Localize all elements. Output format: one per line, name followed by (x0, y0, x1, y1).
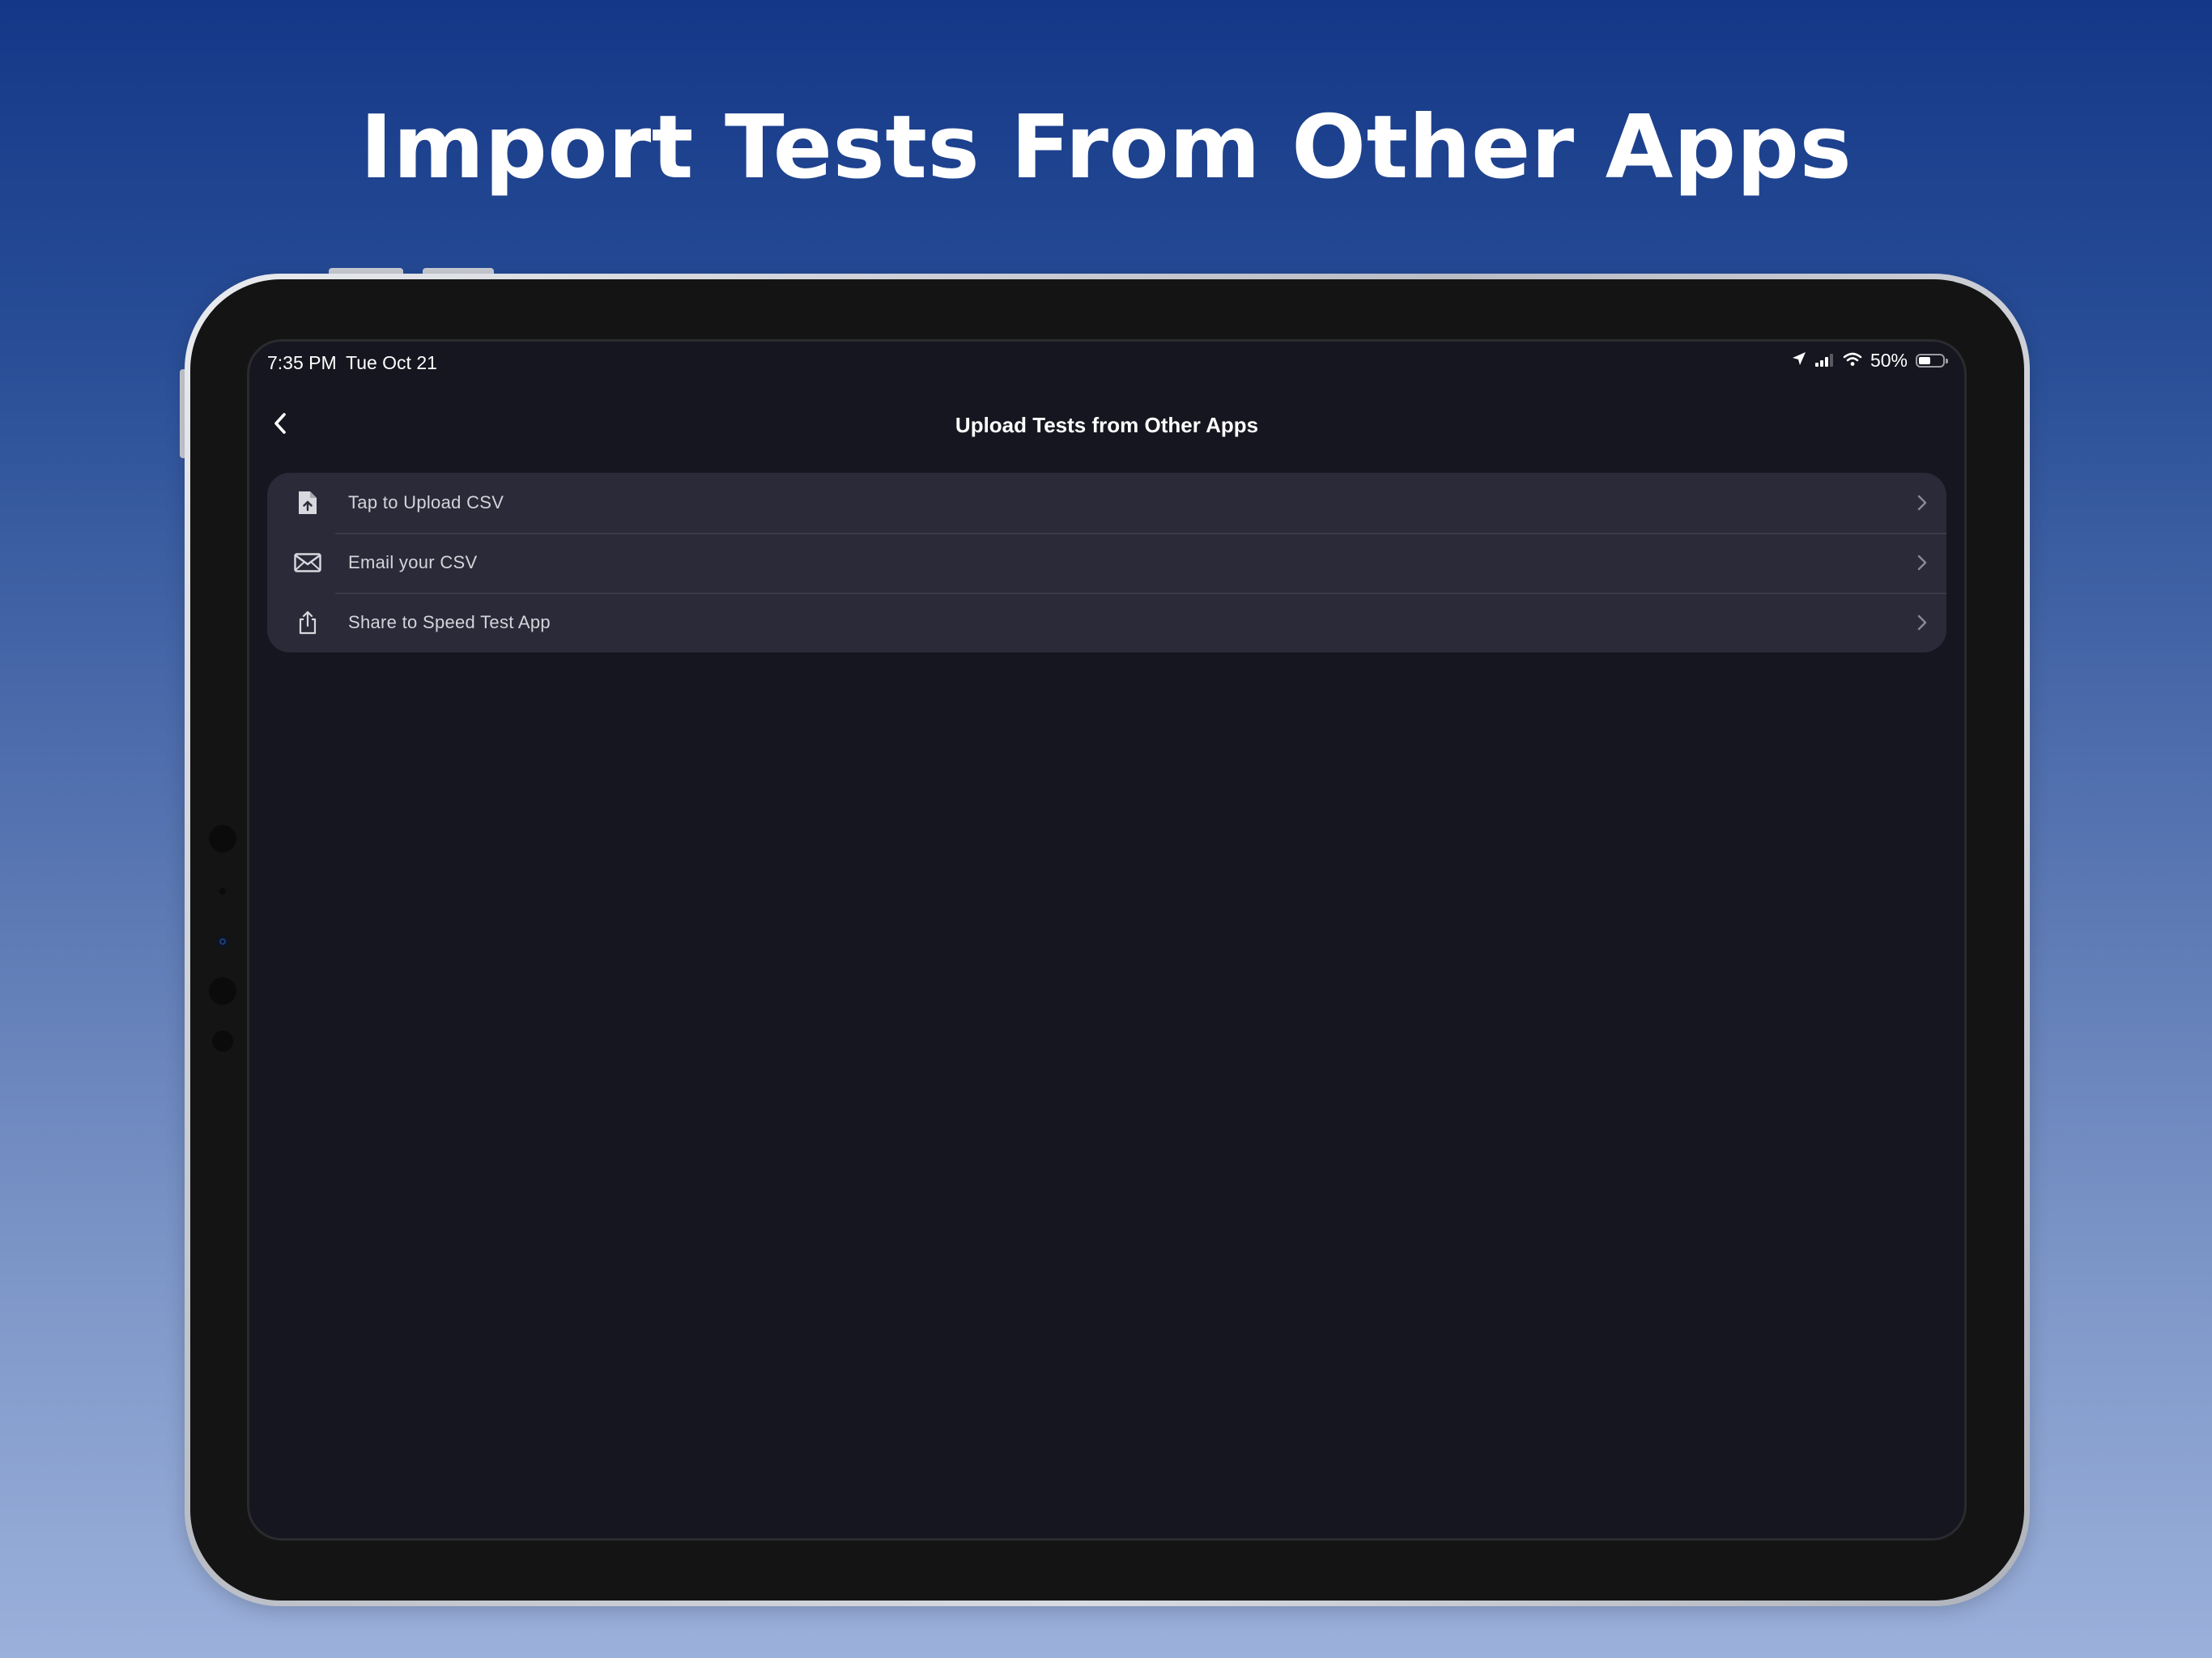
status-date: Tue Oct 21 (346, 352, 437, 373)
battery-percent: 50% (1870, 350, 1908, 371)
envelope-icon (267, 553, 348, 572)
navigation-bar: Upload Tests from Other Apps (249, 400, 1964, 449)
file-upload-icon (267, 490, 348, 516)
wifi-icon (1843, 350, 1862, 372)
app-screen: 7:35 PM Tue Oct 21 50% Upload Tests from… (249, 342, 1964, 1538)
location-arrow-icon (1791, 350, 1807, 372)
battery-level-fill (1919, 357, 1930, 364)
import-options-list: Tap to Upload CSV Email your CSV Share t… (267, 473, 1946, 653)
camera-sensor (209, 825, 236, 852)
email-csv-label: Email your CSV (348, 552, 478, 572)
chevron-right-icon (1898, 554, 1946, 572)
camera-sensor (212, 1031, 233, 1052)
chevron-right-icon (1898, 614, 1946, 631)
status-time: 7:35 PM (267, 352, 337, 373)
page-title: Upload Tests from Other Apps (955, 413, 1259, 437)
status-bar: 7:35 PM Tue Oct 21 50% (249, 342, 1964, 384)
upload-csv-row[interactable]: Tap to Upload CSV (267, 473, 1946, 533)
battery-icon (1916, 354, 1948, 368)
status-indicators: 50% (1791, 350, 1948, 372)
email-csv-row[interactable]: Email your CSV (267, 533, 1946, 593)
upload-csv-label: Tap to Upload CSV (348, 492, 504, 512)
cellular-signal-icon (1814, 350, 1835, 372)
chevron-right-icon (1898, 494, 1946, 512)
share-to-app-label: Share to Speed Test App (348, 612, 551, 632)
camera-sensor (209, 977, 236, 1005)
headline: Import Tests From Other Apps (359, 97, 1853, 198)
share-icon (267, 610, 348, 635)
camera-sensor (219, 888, 226, 895)
share-to-app-row[interactable]: Share to Speed Test App (267, 593, 1946, 653)
front-camera-lens (216, 935, 229, 948)
